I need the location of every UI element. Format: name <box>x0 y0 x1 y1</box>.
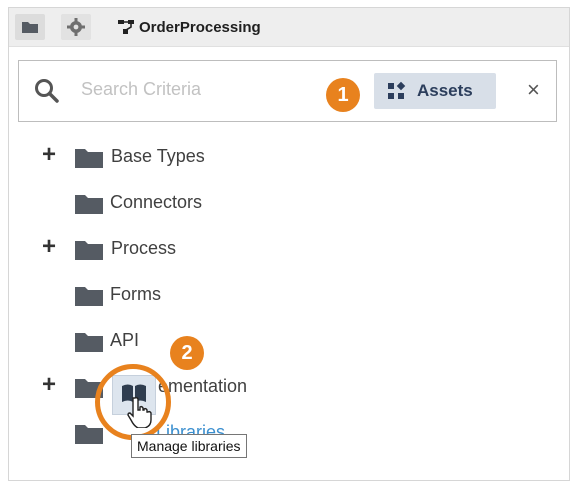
folder-icon <box>75 195 103 214</box>
step-badge-1: 1 <box>326 78 360 112</box>
tree-item-api[interactable]: API <box>74 329 374 353</box>
tree-item-label: ementation <box>158 376 248 396</box>
search-bar: Search Criteria Assets × <box>18 60 557 122</box>
tree-item-base-types[interactable]: + Base Types <box>42 143 342 169</box>
close-icon[interactable]: × <box>527 77 540 103</box>
search-input[interactable]: Search Criteria <box>81 79 201 100</box>
assets-panel: OrderProcessing Search Criteria Assets ×… <box>8 7 570 481</box>
settings-button[interactable] <box>61 14 91 40</box>
tree-item-forms[interactable]: Forms <box>74 283 374 307</box>
assets-button[interactable]: Assets <box>374 73 496 109</box>
tree-item-label: API <box>110 330 140 350</box>
flow-icon <box>118 20 134 34</box>
assets-button-label: Assets <box>417 81 473 100</box>
expand-icon[interactable]: + <box>42 235 56 259</box>
tree-item-process[interactable]: + Process <box>42 235 342 261</box>
tree-item-label: Connectors <box>110 192 203 212</box>
tree-item-label: Process <box>111 238 177 258</box>
tree-item-label: Forms <box>110 284 161 304</box>
hand-cursor-icon <box>127 396 152 428</box>
folder-button[interactable] <box>15 14 45 40</box>
top-toolbar: OrderProcessing <box>9 8 569 47</box>
folder-icon <box>75 287 103 306</box>
expand-icon[interactable]: + <box>42 143 56 167</box>
gear-icon <box>67 18 85 36</box>
step-badge-2: 2 <box>170 336 204 370</box>
tooltip: Manage libraries <box>131 434 247 458</box>
folder-icon <box>22 22 38 33</box>
assets-icon <box>388 81 406 99</box>
search-icon[interactable] <box>33 77 61 105</box>
tree-item-connectors[interactable]: Connectors <box>74 191 374 215</box>
folder-icon <box>75 425 103 444</box>
app-title: OrderProcessing <box>139 19 261 36</box>
expand-icon[interactable]: + <box>42 373 56 397</box>
tree-item-label: Base Types <box>111 146 205 166</box>
folder-icon <box>75 333 103 352</box>
folder-icon <box>75 241 103 260</box>
folder-icon <box>75 149 103 168</box>
tree-item-implementation[interactable]: + ementation <box>42 373 342 399</box>
